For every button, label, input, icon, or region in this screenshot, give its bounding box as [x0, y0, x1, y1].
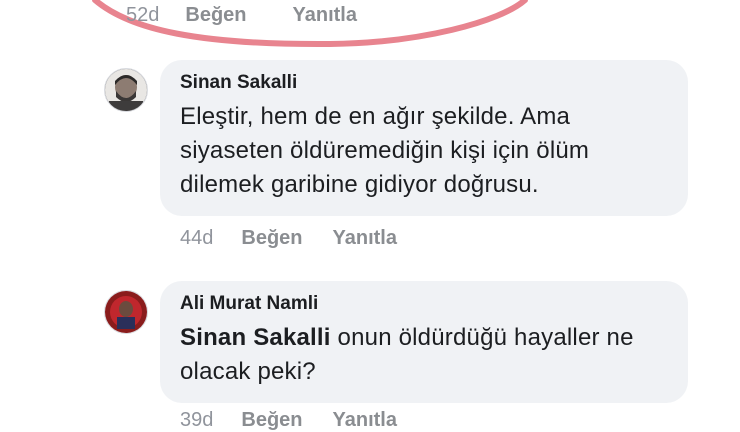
comment-time: 44d [180, 227, 214, 249]
avatar-image [105, 69, 147, 111]
comment-time: 39d [180, 409, 214, 431]
like-button[interactable]: Beğen [241, 409, 302, 432]
reply-button[interactable]: Yanıtla [293, 4, 357, 27]
comment-bubble: Ali Murat Namli Sinan Sakalli onun öldür… [160, 281, 688, 403]
comment-actions-top: 52d Beğen Yanıtla [126, 4, 357, 27]
comment-bubble: Sinan Sakalli Eleştir, hem de en ağır şe… [160, 60, 688, 216]
avatar-image [105, 291, 147, 333]
comment-actions: 39d Beğen Yanıtla [180, 409, 397, 432]
comment-author[interactable]: Sinan Sakalli [180, 72, 668, 94]
red-annotation-stroke [92, 0, 528, 48]
like-button[interactable]: Beğen [241, 227, 302, 250]
mention-link[interactable]: Sinan Sakalli [180, 324, 331, 351]
reply-button[interactable]: Yanıtla [333, 227, 397, 250]
avatar-ali-murat-namli[interactable] [104, 290, 148, 334]
comment-text: Eleştir, hem de en ağır şekilde. Ama siy… [180, 103, 590, 198]
like-button[interactable]: Beğen [185, 4, 246, 27]
comment-actions: 44d Beğen Yanıtla [180, 227, 397, 250]
comment-author[interactable]: Ali Murat Namli [180, 293, 668, 315]
comment-time: 52d [126, 4, 160, 26]
comment-text: Sinan Sakalli onun öldürdüğü hayaller ne… [180, 321, 668, 389]
reply-button[interactable]: Yanıtla [333, 409, 397, 432]
avatar-sinan-sakalli[interactable] [104, 68, 148, 112]
